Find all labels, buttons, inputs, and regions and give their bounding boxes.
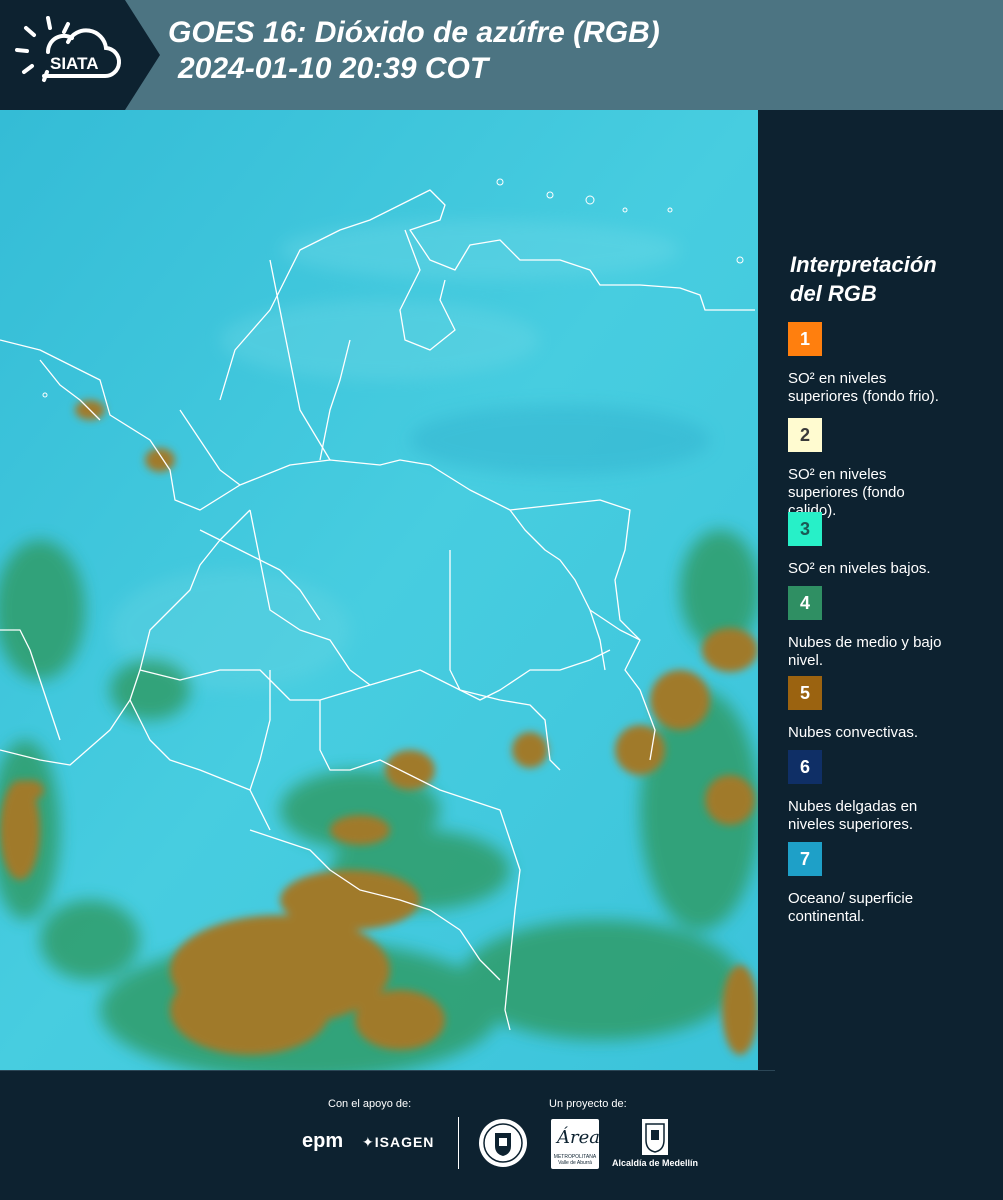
legend-desc-4: Nubes de medio y bajo nivel. [788,634,942,669]
area-metropolitana-logo: Área METROPOLITANA Valle de Aburrá [551,1119,600,1169]
footer: Con el apoyo de: Un proyecto de: epm ✦IS… [0,1070,1003,1200]
legend-desc-1: SO² en niveles superiores (fondo frio). [788,370,939,405]
footer-top-line [0,1070,775,1071]
siata-logo-text: SIATA [50,54,98,73]
area-logo-script: Área [557,1127,600,1148]
legend-swatch-7: 7 [788,842,822,876]
legend-desc-5: Nubes convectivas. [788,724,919,741]
project-label: Un proyecto de: [549,1098,627,1110]
legend-title-line-2: del RGB [790,281,877,306]
legend-item-1: 1 SO² en niveles superiores (fondo frio). [788,322,993,406]
header-bar: SIATA GOES 16: Dióxido de azúfre (RGB) 2… [0,0,1003,110]
legend-title: Interpretación del RGB [790,250,937,308]
alcaldia-label: Alcaldía de Medellín [612,1158,699,1168]
footer-divider [458,1117,459,1169]
legend-desc-7: Oceano/ superficie continental. [788,890,914,925]
page-title: GOES 16: Dióxido de azúfre (RGB) 2024-01… [168,15,660,87]
legend-panel: Interpretación del RGB 1 SO² en niveles s… [758,110,1003,1070]
epm-logo: epm [302,1130,344,1152]
legend-item-3: 3 SO² en niveles bajos. [788,512,993,578]
siata-logo: SIATA [15,16,122,82]
title-line-1: GOES 16: Dióxido de azúfre (RGB) [168,16,660,49]
legend-swatch-6: 6 [788,750,822,784]
legend-swatch-3: 3 [788,512,822,546]
legend-swatch-2: 2 [788,418,822,452]
legend-item-6: 6 Nubes delgadas en niveles superiores. [788,750,993,834]
legend-swatch-4: 4 [788,586,822,620]
medellin-seal-icon [479,1119,527,1167]
legend-desc-6: Nubes delgadas en niveles superiores. [788,798,918,833]
legend-item-5: 5 Nubes convectivas. [788,676,993,742]
satellite-image [0,110,758,1070]
legend-item-2: 2 SO² en niveles superiores (fondo calido)… [788,418,993,520]
legend-item-4: 4 Nubes de medio y bajo nivel. [788,586,993,670]
legend-item-7: 7 Oceano/ superficie continental. [788,842,993,926]
alcaldia-crest-icon [642,1119,668,1155]
isagen-mark-icon: ✦ [362,1134,375,1150]
title-line-2: 2024-01-10 20:39 COT [178,52,489,85]
support-label: Con el apoyo de: [328,1098,412,1110]
satellite-map [0,110,758,1070]
legend-title-line-1: Interpretación [790,252,937,277]
isagen-logo: ✦ISAGEN [362,1134,435,1150]
legend-swatch-1: 1 [788,322,822,356]
area-logo-sub: METROPOLITANA Valle de Aburrá [553,1154,597,1166]
legend-desc-3: SO² en niveles bajos. [788,560,931,577]
legend-swatch-5: 5 [788,676,822,710]
